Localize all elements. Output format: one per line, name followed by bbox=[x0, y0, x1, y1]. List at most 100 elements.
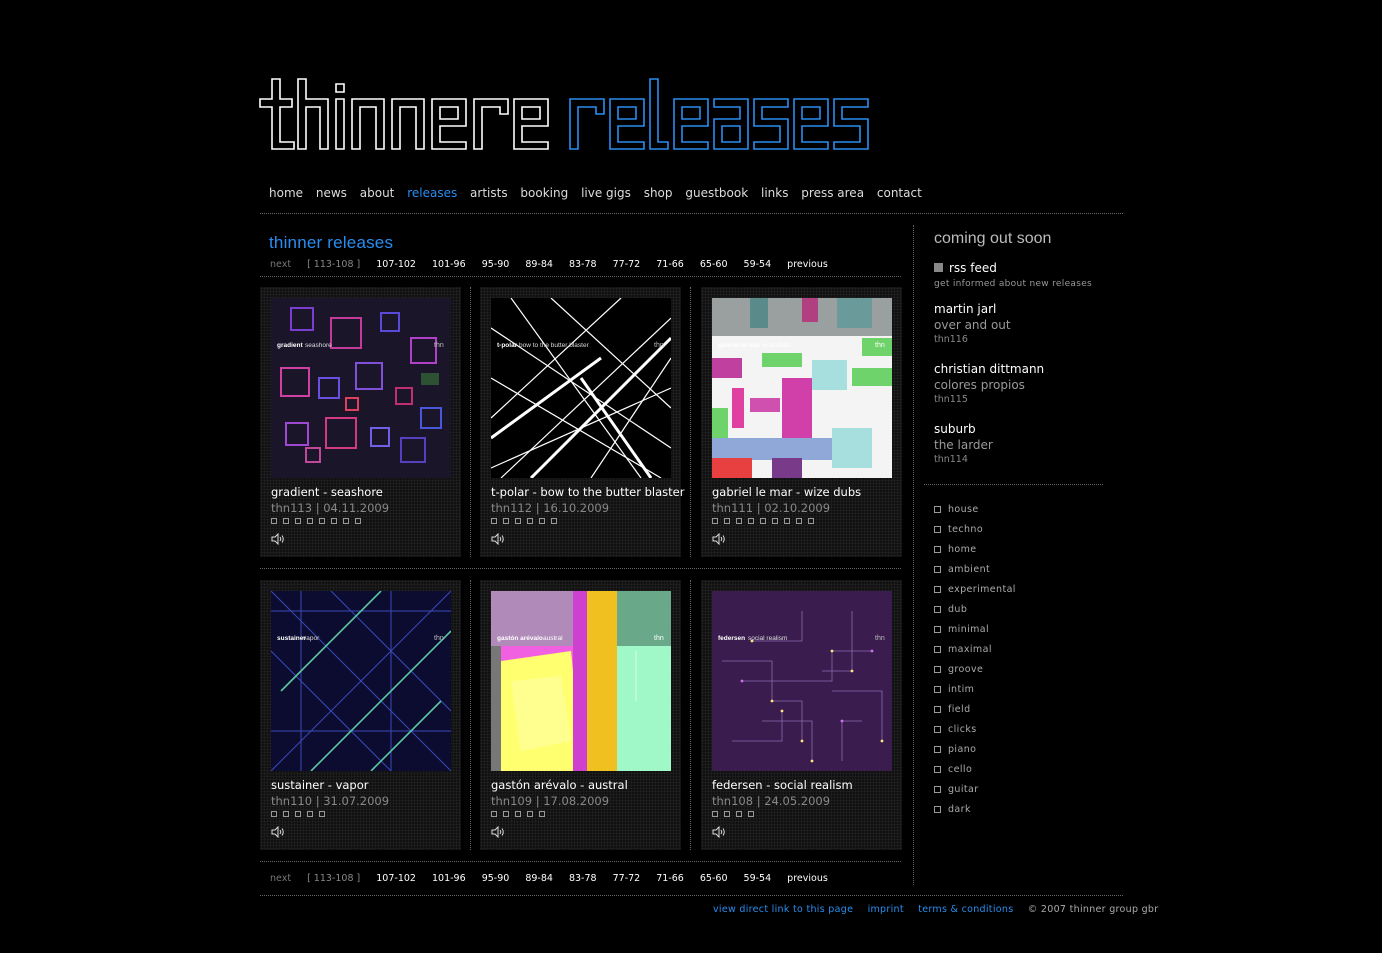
genre-icon[interactable] bbox=[796, 518, 802, 524]
album-cover[interactable]: t-polar bow to the butter blaster thn bbox=[491, 298, 671, 478]
pager-next[interactable]: next bbox=[270, 873, 291, 884]
pager-link[interactable]: 59-54 bbox=[744, 873, 772, 884]
genre-icon[interactable] bbox=[515, 518, 521, 524]
nav-about[interactable]: about bbox=[360, 186, 395, 200]
pager-previous[interactable]: previous bbox=[787, 873, 828, 884]
genre-icon[interactable] bbox=[503, 811, 509, 817]
rss-icon[interactable] bbox=[934, 263, 943, 272]
genre-filter-ambient[interactable]: ambient bbox=[934, 564, 990, 575]
speaker-icon[interactable] bbox=[271, 826, 285, 838]
genre-icon[interactable] bbox=[319, 811, 325, 817]
genre-icon[interactable] bbox=[295, 811, 301, 817]
genre-icon[interactable] bbox=[736, 811, 742, 817]
genre-icon[interactable] bbox=[271, 811, 277, 817]
pager-link[interactable]: 83-78 bbox=[569, 873, 597, 884]
genre-icon[interactable] bbox=[748, 518, 754, 524]
genre-icon[interactable] bbox=[527, 518, 533, 524]
genre-icon[interactable] bbox=[539, 518, 545, 524]
nav-home[interactable]: home bbox=[269, 186, 303, 200]
genre-filter-field[interactable]: field bbox=[934, 704, 971, 715]
release-title[interactable]: sustainer - vapor bbox=[271, 778, 369, 792]
pager-link[interactable]: 77-72 bbox=[613, 873, 641, 884]
pager-link[interactable]: 71-66 bbox=[656, 259, 684, 270]
genre-icon[interactable] bbox=[539, 811, 545, 817]
genre-icon[interactable] bbox=[748, 811, 754, 817]
rss-feed-link[interactable]: rss feed bbox=[949, 261, 997, 275]
genre-icon[interactable] bbox=[307, 518, 313, 524]
upcoming-release[interactable]: suburb the larder thn114 bbox=[934, 422, 993, 465]
genre-icon[interactable] bbox=[724, 518, 730, 524]
genre-icon[interactable] bbox=[724, 811, 730, 817]
album-cover[interactable]: gabriel le mar wize dubs thn bbox=[712, 298, 892, 478]
nav-booking[interactable]: booking bbox=[520, 186, 568, 200]
genre-icon[interactable] bbox=[808, 518, 814, 524]
pager-previous[interactable]: previous bbox=[787, 259, 828, 270]
genre-icon[interactable] bbox=[295, 518, 301, 524]
genre-filter-clicks[interactable]: clicks bbox=[934, 724, 977, 735]
pager-link[interactable]: 71-66 bbox=[656, 873, 684, 884]
terms-link[interactable]: terms & conditions bbox=[918, 904, 1013, 915]
genre-icon[interactable] bbox=[712, 518, 718, 524]
nav-links[interactable]: links bbox=[761, 186, 788, 200]
genre-filter-minimal[interactable]: minimal bbox=[934, 624, 989, 635]
upcoming-release[interactable]: christian dittmann colores propios thn11… bbox=[934, 362, 1044, 405]
pager-link[interactable]: 95-90 bbox=[482, 259, 510, 270]
pager-link[interactable]: 83-78 bbox=[569, 259, 597, 270]
album-cover[interactable]: sustainer vapor thn bbox=[271, 591, 451, 771]
genre-icon[interactable] bbox=[527, 811, 533, 817]
genre-filter-house[interactable]: house bbox=[934, 504, 979, 515]
release-title[interactable]: gastón arévalo - austral bbox=[491, 778, 628, 792]
nav-press-area[interactable]: press area bbox=[801, 186, 864, 200]
nav-guestbook[interactable]: guestbook bbox=[685, 186, 748, 200]
genre-icon[interactable] bbox=[760, 518, 766, 524]
speaker-icon[interactable] bbox=[712, 826, 726, 838]
album-cover[interactable]: gastón arévalo austral thn bbox=[491, 591, 671, 771]
genre-icon[interactable] bbox=[319, 518, 325, 524]
genre-filter-home[interactable]: home bbox=[934, 544, 977, 555]
speaker-icon[interactable] bbox=[491, 826, 505, 838]
pager-link[interactable]: 101-96 bbox=[432, 873, 466, 884]
nav-live-gigs[interactable]: live gigs bbox=[581, 186, 631, 200]
album-cover[interactable]: federsen social realism thn bbox=[712, 591, 892, 771]
pager-link[interactable]: 89-84 bbox=[525, 259, 553, 270]
genre-filter-experimental[interactable]: experimental bbox=[934, 584, 1016, 595]
genre-icon[interactable] bbox=[515, 811, 521, 817]
pager-link[interactable]: 101-96 bbox=[432, 259, 466, 270]
genre-filter-techno[interactable]: techno bbox=[934, 524, 983, 535]
genre-filter-piano[interactable]: piano bbox=[934, 744, 976, 755]
genre-icon[interactable] bbox=[736, 518, 742, 524]
genre-filter-intim[interactable]: intim bbox=[934, 684, 974, 695]
genre-filter-dub[interactable]: dub bbox=[934, 604, 967, 615]
speaker-icon[interactable] bbox=[712, 533, 726, 545]
pager-next[interactable]: next bbox=[270, 259, 291, 270]
genre-icon[interactable] bbox=[271, 518, 277, 524]
nav-artists[interactable]: artists bbox=[470, 186, 508, 200]
pager-link[interactable]: 107-102 bbox=[376, 873, 416, 884]
genre-filter-guitar[interactable]: guitar bbox=[934, 784, 979, 795]
release-title[interactable]: gabriel le mar - wize dubs bbox=[712, 485, 861, 499]
upcoming-release[interactable]: martin jarl over and out thn116 bbox=[934, 302, 1011, 345]
album-cover[interactable]: gradient seashore thn bbox=[271, 298, 451, 478]
genre-icon[interactable] bbox=[283, 811, 289, 817]
genre-icon[interactable] bbox=[491, 811, 497, 817]
genre-icon[interactable] bbox=[712, 811, 718, 817]
speaker-icon[interactable] bbox=[271, 533, 285, 545]
genre-icon[interactable] bbox=[307, 811, 313, 817]
genre-icon[interactable] bbox=[772, 518, 778, 524]
nav-news[interactable]: news bbox=[316, 186, 347, 200]
genre-icon[interactable] bbox=[503, 518, 509, 524]
site-logo[interactable] bbox=[258, 74, 928, 154]
pager-link[interactable]: 89-84 bbox=[525, 873, 553, 884]
genre-icon[interactable] bbox=[283, 518, 289, 524]
pager-link[interactable]: 65-60 bbox=[700, 259, 728, 270]
pager-link[interactable]: 95-90 bbox=[482, 873, 510, 884]
genre-filter-maximal[interactable]: maximal bbox=[934, 644, 992, 655]
genre-icon[interactable] bbox=[784, 518, 790, 524]
release-title[interactable]: federsen - social realism bbox=[712, 778, 853, 792]
genre-icon[interactable] bbox=[343, 518, 349, 524]
pager-link[interactable]: 77-72 bbox=[613, 259, 641, 270]
nav-shop[interactable]: shop bbox=[644, 186, 673, 200]
genre-icon[interactable] bbox=[355, 518, 361, 524]
release-title[interactable]: t-polar - bow to the butter blaster bbox=[491, 485, 684, 499]
nav-releases[interactable]: releases bbox=[407, 186, 457, 200]
